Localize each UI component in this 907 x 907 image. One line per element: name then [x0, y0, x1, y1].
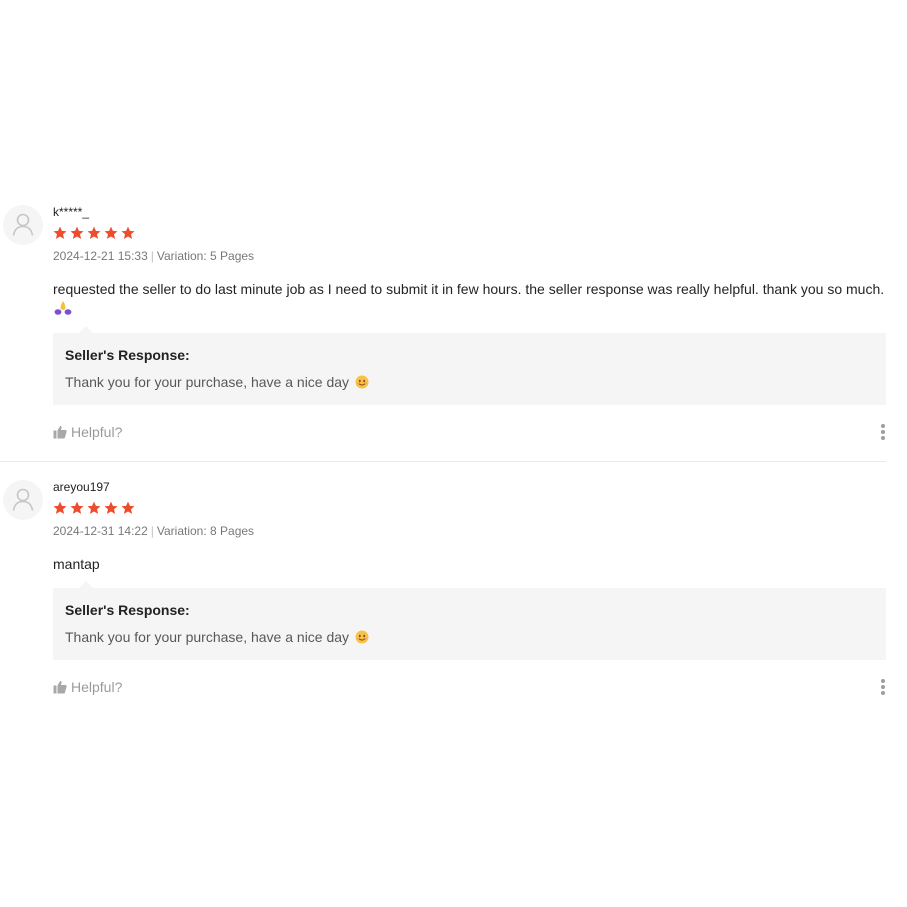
star-icon — [104, 501, 118, 514]
user-icon — [12, 213, 34, 236]
avatar[interactable] — [3, 205, 43, 245]
review-meta: 2024-12-21 15:33 | Variation: 5 Pages — [53, 249, 254, 263]
review-meta: 2024-12-31 14:22 | Variation: 8 Pages — [53, 524, 254, 538]
reviewer-name[interactable]: areyou197 — [53, 480, 110, 494]
avatar[interactable] — [3, 480, 43, 520]
thumbs-up-icon — [53, 425, 67, 439]
seller-response-text: Thank you for your purchase, have a nice… — [65, 374, 350, 390]
meta-separator: | — [150, 249, 154, 263]
star-icon — [53, 226, 67, 239]
helpful-label: Helpful? — [71, 424, 123, 440]
seller-response-text-line: Thank you for your purchase, have a nice… — [65, 629, 369, 645]
review-date: 2024-12-31 14:22 — [53, 524, 148, 538]
star-icon — [104, 226, 118, 239]
star-rating — [53, 501, 135, 515]
more-options-icon[interactable] — [880, 424, 886, 440]
star-icon — [53, 501, 67, 514]
user-icon — [12, 488, 34, 511]
praying-hands-icon — [54, 301, 72, 315]
helpful-button[interactable]: Helpful? — [53, 679, 122, 695]
star-rating — [53, 226, 135, 240]
star-icon — [121, 226, 135, 239]
seller-response-text-line: Thank you for your purchase, have a nice… — [65, 374, 369, 390]
product-ratings-section: k*****_ 2024-12-21 15:33 | Variation: 5 Pa… — [0, 0, 907, 907]
seller-response-text: Thank you for your purchase, have a nice… — [65, 629, 350, 645]
star-icon — [87, 501, 101, 514]
seller-response-title: Seller's Response: — [65, 347, 190, 363]
helpful-label: Helpful? — [71, 679, 123, 695]
review-item: areyou197 2024-12-31 14:22 | Variation: 8 … — [0, 479, 886, 709]
star-icon — [87, 226, 101, 239]
review-item: k*****_ 2024-12-21 15:33 | Variation: 5 Pa… — [0, 204, 886, 462]
more-options-icon[interactable] — [880, 679, 886, 695]
review-comment: requested the seller to do last minute j… — [53, 281, 885, 297]
helpful-button[interactable]: Helpful? — [53, 424, 122, 440]
seller-response-title: Seller's Response: — [65, 602, 190, 618]
review-comment: mantap — [53, 556, 100, 572]
reviewer-name[interactable]: k*****_ — [53, 205, 89, 219]
seller-response: Seller's Response: Thank you for your pu… — [53, 326, 886, 405]
star-icon — [70, 501, 84, 514]
seller-response: Seller's Response: Thank you for your pu… — [53, 581, 886, 660]
star-icon — [70, 226, 84, 239]
star-icon — [121, 501, 135, 514]
review-variation: Variation: 8 Pages — [156, 524, 255, 538]
review-date: 2024-12-21 15:33 — [53, 249, 148, 263]
review-variation: Variation: 5 Pages — [156, 249, 255, 263]
smiling-face-icon — [355, 375, 369, 389]
thumbs-up-icon — [53, 680, 67, 694]
meta-separator: | — [150, 524, 154, 538]
smiling-face-icon — [355, 630, 369, 644]
